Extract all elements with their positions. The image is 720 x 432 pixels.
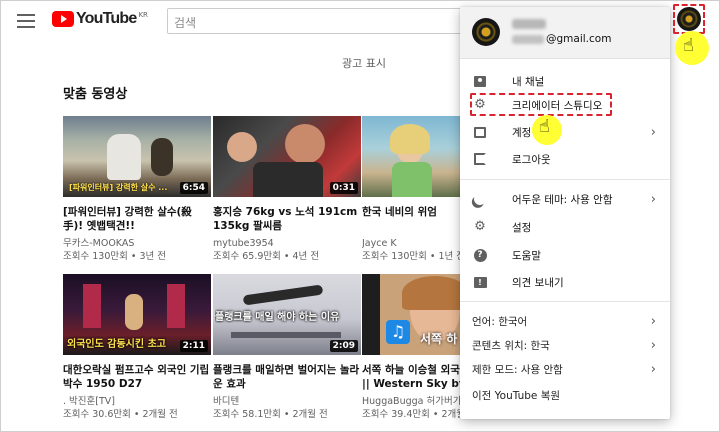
video-meta: 조회수 130만회 • 3년 전 — [63, 251, 167, 262]
ad-label[interactable]: 광고 표시 — [342, 55, 386, 71]
video-card[interactable]: 플랭크를 매일 해야 하는 이유 2:09 플랭크를 매일하면 벌어지는 놀라운… — [213, 274, 361, 421]
video-title[interactable]: [파워인터뷰] 강력한 살수(殺手)! 옛뱁택견!! — [63, 205, 211, 233]
video-title[interactable]: 대한오락실 펌프고수 외국인 기립박수 1950 D27 — [63, 363, 211, 391]
play-icon — [52, 11, 74, 27]
video-thumbnail[interactable]: [파워인터뷰] 강력한 살수 ... 6:54 — [63, 116, 211, 197]
thumbnail-caption: 외국인도 감동시킨 초고 — [67, 339, 166, 350]
video-duration: 2:09 — [329, 340, 358, 352]
moon-icon — [473, 192, 487, 206]
account-avatar-button[interactable] — [677, 7, 701, 31]
settings-icon: ⚙ — [474, 219, 486, 234]
menu-item-label: 언어: 한국어 — [472, 315, 528, 328]
menu-item-my-channel[interactable]: 내 채널 — [460, 69, 670, 93]
search-input[interactable]: 검색 — [167, 8, 487, 34]
menu-item-settings[interactable]: ⚙ 설정 — [460, 215, 670, 239]
menu-divider — [460, 179, 670, 180]
video-title[interactable]: 홍지승 76kg vs 노석 191cm 135kg 팔씨름 — [213, 205, 361, 233]
menu-item-language[interactable]: 언어: 한국어 › — [460, 309, 670, 333]
menu-item-restricted-mode[interactable]: 제한 모드: 사용 안함 › — [460, 357, 670, 381]
menu-item-restore-old-youtube[interactable]: 이전 YouTube 복원 — [460, 383, 670, 407]
switch-account-icon — [473, 125, 487, 139]
menu-item-dark-theme[interactable]: 어두운 테마: 사용 안함 › — [460, 187, 670, 211]
account-header: @gmail.com — [460, 7, 670, 59]
help-icon: ? — [473, 248, 487, 262]
menu-item-label: 도움말 — [512, 249, 541, 262]
blurred-name — [512, 19, 546, 29]
video-thumbnail[interactable]: 0:31 — [213, 116, 361, 197]
chevron-right-icon: › — [650, 124, 656, 140]
section-title: 맞춤 동영상 — [63, 87, 128, 102]
menu-item-help[interactable]: ? 도움말 — [460, 243, 670, 267]
video-duration: 2:11 — [179, 340, 208, 352]
menu-item-label: 제한 모드: 사용 안함 — [472, 363, 563, 376]
youtube-window: YouTube KR 검색 광고 표시 맞춤 동영상 [파워인터뷰] 강력한 살… — [0, 0, 720, 432]
video-duration: 0:31 — [329, 182, 358, 194]
video-meta: 조회수 65.9만회 • 4년 전 — [213, 251, 320, 262]
channel-name[interactable]: mytube3954 — [213, 237, 361, 250]
blurred-email — [512, 35, 544, 44]
channel-name[interactable]: 바디텐 — [213, 395, 361, 408]
video-duration: 6:54 — [179, 182, 208, 194]
menu-item-label: 내 채널 — [512, 75, 545, 88]
hand-cursor-icon: ☝ — [683, 35, 694, 56]
feedback-icon: ! — [473, 275, 487, 289]
avatar — [472, 18, 500, 46]
video-meta: 조회수 58.1만회 • 2개월 전 — [213, 409, 328, 420]
menu-divider — [460, 301, 670, 302]
youtube-logo[interactable]: YouTube KR — [52, 11, 148, 27]
menu-item-label: 의견 보내기 — [512, 276, 564, 289]
menu-item-switch-account[interactable]: 계정 전환 › — [460, 120, 670, 144]
chevron-right-icon: › — [650, 337, 656, 353]
menu-item-location[interactable]: 콘텐츠 위치: 한국 › — [460, 333, 670, 357]
menu-item-label: 설정 — [512, 221, 532, 234]
channel-name[interactable]: 무카스-MOOKAS — [63, 237, 211, 250]
menu-item-label: 콘텐츠 위치: 한국 — [472, 339, 550, 352]
video-meta: 조회수 30.6만회 • 2개월 전 — [63, 409, 178, 420]
video-card[interactable]: 0:31 홍지승 76kg vs 노석 191cm 135kg 팔씨름 mytu… — [213, 116, 361, 263]
thumbnail-caption: [파워인터뷰] 강력한 살수 ... — [69, 183, 168, 192]
chevron-right-icon: › — [650, 361, 656, 377]
menu-item-send-feedback[interactable]: ! 의견 보내기 — [460, 270, 670, 294]
menu-icon[interactable] — [17, 14, 35, 28]
exit-icon — [473, 152, 487, 166]
creator-studio-highlight — [470, 93, 612, 116]
video-thumbnail[interactable]: 플랭크를 매일 해야 하는 이유 2:09 — [213, 274, 361, 355]
video-card[interactable]: 외국인도 감동시킨 초고 2:11 대한오락실 펌프고수 외국인 기립박수 19… — [63, 274, 211, 421]
region-label: KR — [138, 11, 148, 19]
contact-icon — [473, 74, 487, 88]
channel-name[interactable]: . 박진훈[TV] — [63, 395, 211, 408]
logo-text: YouTube — [76, 10, 137, 27]
menu-item-label: 로그아웃 — [512, 153, 551, 166]
menu-item-label: 어두운 테마: 사용 안함 — [512, 193, 613, 206]
account-menu: @gmail.com 내 채널 ⚙ 크리에이터 스튜디오 계정 전환 › ☝ 로… — [460, 7, 670, 419]
video-card[interactable]: [파워인터뷰] 강력한 살수 ... 6:54 [파워인터뷰] 강력한 살수(殺… — [63, 116, 211, 263]
video-thumbnail[interactable]: 외국인도 감동시킨 초고 2:11 — [63, 274, 211, 355]
chevron-right-icon: › — [650, 191, 656, 207]
chevron-right-icon: › — [650, 313, 656, 329]
hand-cursor-icon: ☝ — [539, 116, 550, 137]
thumbnail-caption: 플랭크를 매일 해야 하는 이유 — [215, 312, 340, 323]
menu-item-logout[interactable]: 로그아웃 — [460, 147, 670, 171]
account-email: @gmail.com — [546, 33, 612, 45]
music-note-icon: ♫ — [386, 320, 410, 344]
menu-item-label: 이전 YouTube 복원 — [472, 389, 561, 402]
video-title[interactable]: 플랭크를 매일하면 벌어지는 놀라운 효과 — [213, 363, 361, 391]
